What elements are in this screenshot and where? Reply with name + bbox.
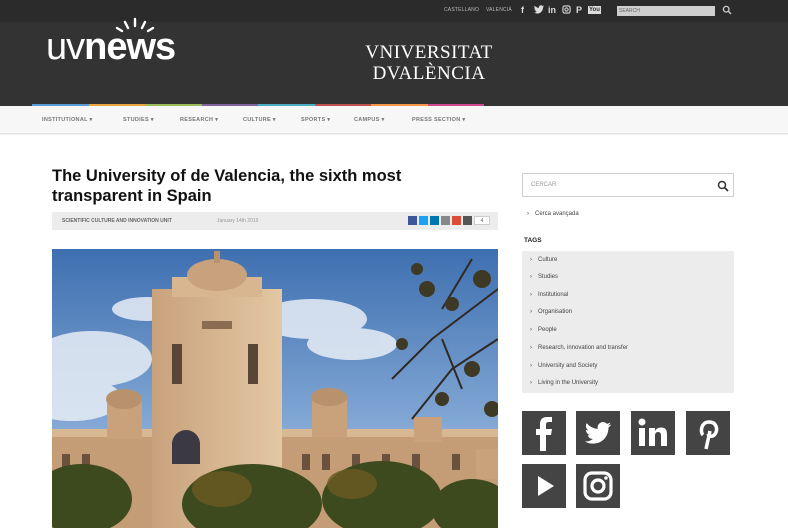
nav-institutional[interactable]: INSTITUTIONAL ▾ [42,117,93,123]
tag-organisation[interactable]: › Organisation [530,309,572,315]
pinterest-icon [699,420,719,450]
article-title: The University of de Valencia, the sixth… [52,167,402,205]
chevron-right-icon: › [530,309,532,315]
sidebar-search-input[interactable]: CERCAR [522,173,734,197]
universitat-valencia-logo[interactable]: VNIVERSITAT DVALÈNCIA [362,42,496,84]
share-linkedin-icon[interactable] [430,216,439,225]
share-facebook-icon[interactable] [408,216,417,225]
search-icon[interactable] [717,180,729,192]
facebook-icon[interactable]: f [521,5,524,15]
nav-campus[interactable]: CAMPUS ▾ [354,117,385,123]
article-date: January 14th 2019 [217,218,259,224]
article-meta-bar: SCIENTIFIC CULTURE AND INNOVATION UNIT J… [52,212,498,230]
pinterest-tile[interactable] [686,411,730,455]
instagram-tile[interactable] [576,464,620,508]
tag-institutional[interactable]: › Institutional [530,292,568,298]
linkedin-icon[interactable]: in [548,5,556,15]
nav-press-section[interactable]: PRESS SECTION ▾ [412,117,465,123]
youtube-icon [538,476,554,496]
nav-culture[interactable]: CULTURE ▾ [243,117,276,123]
tag-people[interactable]: › People [530,327,557,333]
advanced-search-link[interactable]: › Cerca avançada [527,211,579,217]
lang-valencia-link[interactable]: VALENCIÀ [486,7,512,13]
university-line-2: DVALÈNCIA [372,63,486,84]
nav-research[interactable]: RESEARCH ▾ [180,117,218,123]
youtube-tile[interactable] [522,464,566,508]
twitter-tile[interactable] [576,411,620,455]
linkedin-tile[interactable] [631,411,675,455]
twitter-icon[interactable] [534,5,544,17]
tag-studies[interactable]: › Studies [530,274,558,280]
nav-sports[interactable]: SPORTS ▾ [301,117,330,123]
lang-castellano-link[interactable]: CASTELLANO [444,7,479,13]
youtube-icon[interactable]: You [588,6,601,14]
tag-culture[interactable]: › Culture [530,257,557,263]
instagram-icon[interactable] [562,5,571,16]
university-line-1: VNIVERSITAT [365,42,493,63]
top-search-input[interactable]: SEARCH [617,6,715,16]
twitter-icon [584,422,612,444]
search-icon[interactable] [722,5,732,15]
facebook-tile[interactable] [522,411,566,455]
main-nav: INSTITUTIONAL ▾ STUDIES ▾ RESEARCH ▾ CUL… [0,106,788,134]
share-more-icon[interactable] [463,216,472,225]
article-photo[interactable] [52,249,498,528]
chevron-right-icon: › [530,274,532,280]
chevron-right-icon: › [530,380,532,386]
tags-heading: TAGS [524,237,542,244]
nav-studies[interactable]: STUDIES ▾ [123,117,154,123]
instagram-icon [583,471,613,501]
linkedin-icon [638,418,667,446]
share-count: 4 [474,216,490,225]
chevron-right-icon: › [530,292,532,298]
tag-university-society[interactable]: › University and Society [530,363,597,369]
share-twitter-icon[interactable] [419,216,428,225]
facebook-icon [536,417,552,451]
pinterest-icon[interactable]: P [576,5,582,15]
chevron-right-icon: › [530,257,532,263]
tag-living[interactable]: › Living in the University [530,380,598,386]
share-google-icon[interactable] [452,216,461,225]
chevron-right-icon: › [530,363,532,369]
tag-research[interactable]: › Research, innovation and transfer [530,345,628,351]
chevron-right-icon: › [527,211,529,217]
sidebar-search-placeholder: CERCAR [531,182,557,188]
article-unit[interactable]: SCIENTIFIC CULTURE AND INNOVATION UNIT [62,218,172,224]
tags-list: › Culture › Studies › Institutional › Organi… [522,251,734,393]
chevron-right-icon: › [530,327,532,333]
uvnews-logo[interactable]: uvnews [46,28,176,66]
share-email-icon[interactable] [441,216,450,225]
chevron-right-icon: › [530,345,532,351]
